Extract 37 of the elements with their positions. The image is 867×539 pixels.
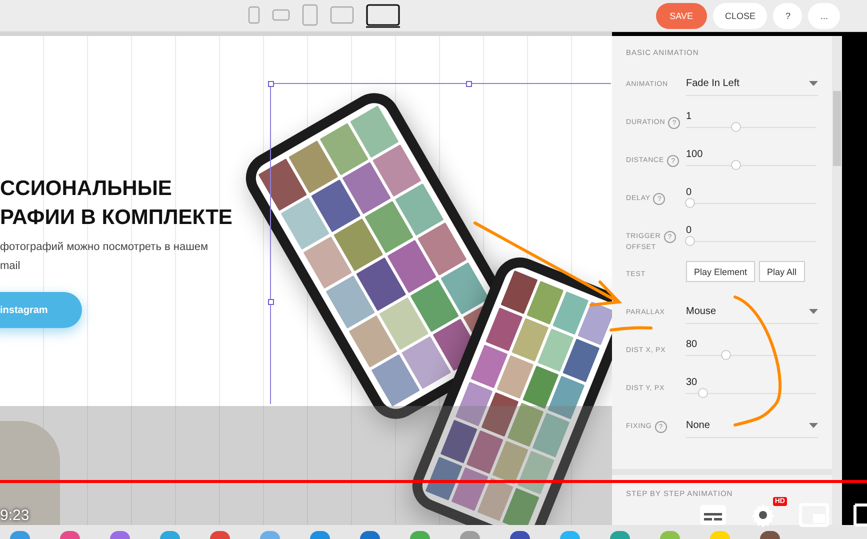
caret-icon — [809, 308, 818, 314]
fullscreen-icon[interactable] — [853, 503, 867, 527]
page-text: фотографий можно посмотреть в нашем mail — [0, 240, 210, 274]
phone-icon[interactable] — [272, 8, 290, 22]
caret-icon — [809, 422, 818, 428]
hand-drawn-underline — [608, 325, 654, 333]
tablet-icon[interactable] — [302, 4, 318, 28]
dropdown[interactable]: None — [686, 413, 818, 438]
video-time: 9:23 — [0, 506, 30, 524]
caret-icon — [809, 80, 818, 86]
slider-value: 100 — [686, 149, 704, 160]
phone-icon[interactable] — [248, 6, 260, 26]
slider-thumb[interactable] — [685, 236, 695, 246]
miniplayer-icon[interactable] — [799, 503, 829, 527]
scrollbar-thumb[interactable] — [833, 91, 841, 166]
page-heading: ССИОНАЛЬНЫЕ РАФИИ В КОМПЛЕКТЕ — [0, 176, 234, 231]
video-progress-bar[interactable] — [0, 480, 867, 483]
slider-thumb[interactable] — [721, 350, 732, 360]
toolbar-button[interactable]: ... — [808, 2, 840, 28]
tablet-icon[interactable] — [330, 6, 354, 26]
toolbar-button[interactable]: CLOSE — [712, 2, 768, 28]
laptop-icon[interactable] — [366, 4, 400, 28]
slider-value: 1 — [686, 111, 693, 122]
toolbar-button[interactable]: ? — [773, 2, 802, 28]
slider-thumb[interactable] — [730, 160, 740, 170]
dropdown[interactable]: Fade In Left — [686, 71, 818, 96]
slider-thumb[interactable] — [698, 388, 708, 398]
dropdown[interactable]: Mouse — [686, 299, 818, 324]
play-button[interactable]: Play All — [759, 261, 805, 282]
slider-thumb[interactable] — [685, 198, 695, 208]
slider-value: 0 — [686, 187, 693, 198]
play-button[interactable]: Play Element — [686, 261, 756, 282]
subtitles-icon[interactable] — [699, 504, 727, 526]
slider-value: 80 — [686, 339, 698, 350]
slider-value: 0 — [686, 225, 693, 236]
slider-thumb[interactable] — [730, 122, 740, 132]
slider-value: 30 — [686, 377, 698, 388]
